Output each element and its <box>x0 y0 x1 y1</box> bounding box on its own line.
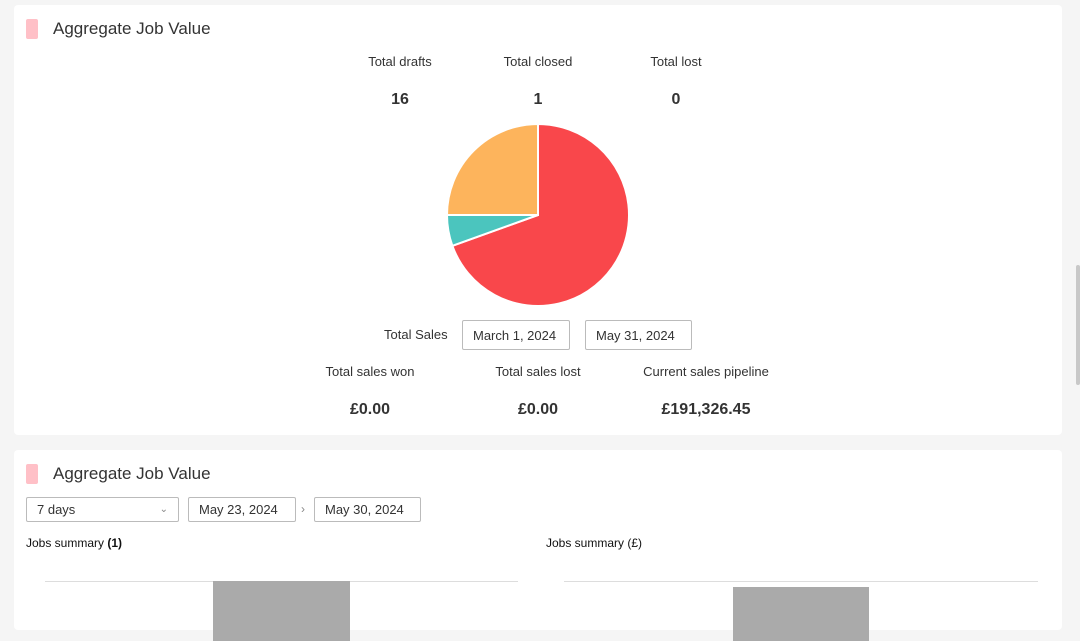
job-value-pie-chart <box>446 123 630 307</box>
aggregate-job-value-summary-card: Aggregate Job Value 7 days ⌄ May 23, 202… <box>14 450 1062 641</box>
card-marker <box>26 19 38 39</box>
card-header: Aggregate Job Value <box>26 463 211 485</box>
total-sales-label: Total Sales <box>384 327 448 342</box>
card-title: Aggregate Job Value <box>53 19 211 38</box>
range-select-value: 7 days <box>37 502 76 517</box>
total-closed-value: 1 <box>533 91 543 108</box>
total-sales-lost-value: £0.00 <box>517 401 559 418</box>
jobs-summary-label: Jobs summary <box>26 536 105 550</box>
total-lost-value: 0 <box>671 91 681 108</box>
jobs-summary-count-title: Jobs summary (1) <box>26 536 122 550</box>
pie-slice-orange[interactable] <box>446 123 539 216</box>
sales-end-date-input[interactable]: May 31, 2024 <box>585 320 692 350</box>
total-drafts-label: Total drafts <box>368 54 432 69</box>
current-sales-pipeline-label: Current sales pipeline <box>643 364 769 379</box>
chart-gridline <box>564 581 1038 582</box>
total-sales-won-label: Total sales won <box>325 364 415 379</box>
total-closed-label: Total closed <box>503 54 573 69</box>
total-drafts-value: 16 <box>391 91 409 108</box>
total-lost-label: Total lost <box>650 54 702 69</box>
chevron-right-icon: › <box>301 502 305 516</box>
jobs-count-bar <box>213 581 350 641</box>
total-sales-lost-label: Total sales lost <box>495 364 581 379</box>
range-select[interactable]: 7 days ⌄ <box>26 497 179 522</box>
summary-start-date-input[interactable]: May 23, 2024 <box>188 497 296 522</box>
card-title: Aggregate Job Value <box>53 464 211 483</box>
card-header: Aggregate Job Value <box>26 18 211 40</box>
page-scrollbar[interactable] <box>1076 265 1080 385</box>
summary-end-date-input[interactable]: May 30, 2024 <box>314 497 421 522</box>
aggregate-job-value-card: Aggregate Job Value Total drafts 16 Tota… <box>14 5 1062 435</box>
sales-start-date-input[interactable]: March 1, 2024 <box>462 320 570 350</box>
jobs-value-bar <box>733 587 869 641</box>
jobs-summary-value-title: Jobs summary (£) <box>546 536 643 550</box>
current-sales-pipeline-value: £191,326.45 <box>661 401 751 418</box>
card-marker <box>26 464 38 484</box>
total-sales-won-value: £0.00 <box>349 401 391 418</box>
chevron-down-icon: ⌄ <box>159 504 168 515</box>
jobs-summary-count: (1) <box>107 536 123 550</box>
